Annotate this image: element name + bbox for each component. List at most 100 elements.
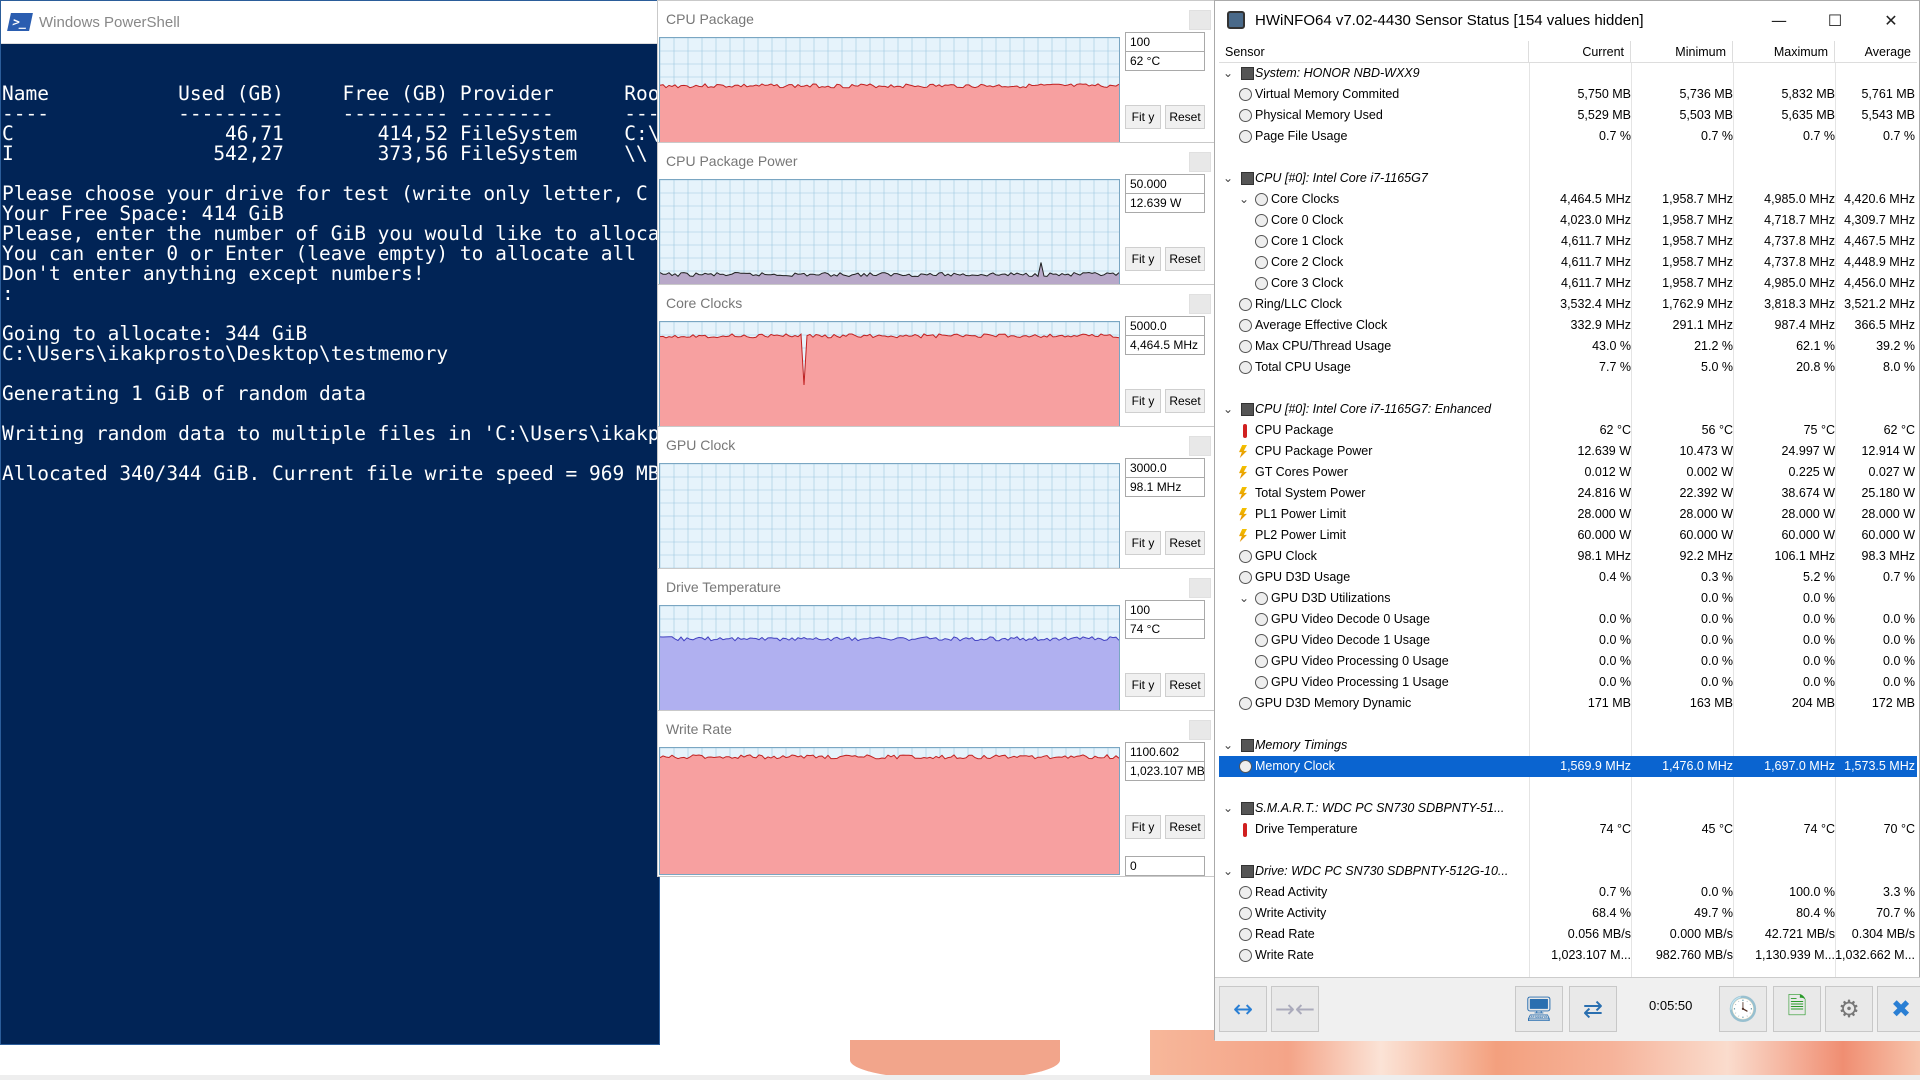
fit-y-button[interactable]: Fit y (1125, 673, 1161, 697)
sensor-row[interactable]: GPU D3D Memory Dynamic 171 MB 163 MB 204 MB… (1219, 693, 1917, 714)
sensor-row[interactable]: Physical Memory Used 5,529 MB 5,503 MB 5,63… (1219, 105, 1917, 126)
sensor-row[interactable]: GPU Video Decode 1 Usage 0.0 % 0.0 % 0.0 % 0… (1219, 630, 1917, 651)
expand-arrows-icon[interactable]: ↔ (1219, 986, 1267, 1032)
sensor-row[interactable]: GPU Clock 98.1 MHz 92.2 MHz 106.1 MHz 98.3 M… (1219, 546, 1917, 567)
close-icon[interactable]: ✕ (1863, 1, 1919, 39)
sensor-row[interactable]: PL1 Power Limit 28.000 W 28.000 W 28.000 W 2… (1219, 504, 1917, 525)
sensor-row[interactable]: Drive Temperature 74 °C 45 °C 74 °C 70 °C (1219, 819, 1917, 840)
column-sensor[interactable]: Sensor (1219, 41, 1529, 62)
sensor-row[interactable]: Read Activity 0.7 % 0.0 % 100.0 % 3.3 % (1219, 882, 1917, 903)
fit-y-button[interactable]: Fit y (1125, 247, 1161, 271)
graph-panel[interactable]: Write Rate 1100.6021,023.107 MB/s Fit yRes… (657, 710, 1215, 877)
collapse-chevron-icon[interactable]: ⌄ (1239, 192, 1249, 206)
collapse-chevron-icon[interactable]: ⌄ (1223, 864, 1233, 878)
network-icon[interactable]: ⇄ (1569, 986, 1617, 1032)
sensor-row[interactable]: Memory Clock 1,569.9 MHz 1,476.0 MHz 1,697.… (1219, 756, 1917, 777)
sensor-row[interactable]: CPU Package Power 12.639 W 10.473 W 24.997 … (1219, 441, 1917, 462)
graph-min-field[interactable]: 0 (1125, 856, 1205, 876)
clock-icon[interactable]: 🕓 (1719, 986, 1767, 1032)
sensor-group-row[interactable]: ⌄ Drive: WDC PC SN730 SDBPNTY-512G-10... (1219, 861, 1917, 882)
sensor-row[interactable]: Write Rate 1,023.107 M... 982.760 MB/s 1,13… (1219, 945, 1917, 966)
exit-x-icon[interactable]: ✖ (1877, 986, 1920, 1032)
add-report-icon[interactable]: 🗎 (1773, 986, 1821, 1032)
sensor-row[interactable]: Virtual Memory Commited 5,750 MB 5,736 MB 5… (1219, 84, 1917, 105)
sensor-group-row[interactable]: ⌄ System: HONOR NBD-WXX9 (1219, 63, 1917, 84)
sensor-row[interactable]: Core 2 Clock 4,611.7 MHz 1,958.7 MHz 4,737.… (1219, 252, 1917, 273)
reset-button[interactable]: Reset (1165, 389, 1205, 413)
column-maximum[interactable]: Maximum (1733, 41, 1835, 62)
fit-y-button[interactable]: Fit y (1125, 531, 1161, 555)
value-maximum: 5.2 % (1803, 570, 1835, 584)
collapse-arrows-icon[interactable]: →← (1271, 986, 1319, 1032)
collapse-chevron-icon[interactable]: ⌄ (1223, 738, 1233, 752)
sensor-row[interactable]: GPU Video Processing 0 Usage 0.0 % 0.0 % 0.… (1219, 651, 1917, 672)
fit-y-button[interactable]: Fit y (1125, 389, 1161, 413)
hwinfo-window[interactable]: HWiNFO64 v7.02-4430 Sensor Status [154 v… (1214, 0, 1920, 1041)
powershell-window[interactable]: >_ Windows PowerShell Name Used (GB) Fre… (0, 0, 660, 1045)
collapse-chevron-icon[interactable]: ⌄ (1223, 171, 1233, 185)
graph-close-button[interactable] (1189, 10, 1211, 30)
sensor-group-row[interactable]: ⌄ S.M.A.R.T.: WDC PC SN730 SDBPNTY-51... (1219, 798, 1917, 819)
sensor-row[interactable]: GPU D3D Usage 0.4 % 0.3 % 5.2 % 0.7 % (1219, 567, 1917, 588)
fit-y-button[interactable]: Fit y (1125, 815, 1161, 839)
collapse-chevron-icon[interactable]: ⌄ (1223, 801, 1233, 815)
graph-close-button[interactable] (1189, 578, 1211, 598)
sensor-row[interactable]: Read Rate 0.056 MB/s 0.000 MB/s 42.721 MB/s… (1219, 924, 1917, 945)
graph-close-button[interactable] (1189, 436, 1211, 456)
sensor-group-row[interactable]: ⌄ Memory Timings (1219, 735, 1917, 756)
sensor-row[interactable]: Total CPU Usage 7.7 % 5.0 % 20.8 % 8.0 % (1219, 357, 1917, 378)
powershell-titlebar[interactable]: >_ Windows PowerShell (1, 1, 659, 44)
sensor-row[interactable]: CPU Package 62 °C 56 °C 75 °C 62 °C (1219, 420, 1917, 441)
sensor-row[interactable]: Total System Power 24.816 W 22.392 W 38.674… (1219, 483, 1917, 504)
collapse-chevron-icon[interactable]: ⌄ (1223, 66, 1233, 80)
minimize-icon[interactable]: — (1751, 1, 1807, 39)
sensor-gauge-icon (1255, 256, 1268, 269)
sensor-group-row[interactable]: ⌄ CPU [#0]: Intel Core i7-1165G7: Enhance… (1219, 399, 1917, 420)
sensor-row[interactable]: PL2 Power Limit 60.000 W 60.000 W 60.000 W 6… (1219, 525, 1917, 546)
sensor-table-body: ⌄ System: HONOR NBD-WXX9 Virtual Memory Co… (1219, 63, 1917, 966)
reset-button[interactable]: Reset (1165, 673, 1205, 697)
graph-close-button[interactable] (1189, 152, 1211, 172)
monitor-icon[interactable]: 🖥 (1515, 986, 1563, 1032)
sensor-row[interactable]: Write Activity 68.4 % 49.7 % 80.4 % 70.7 % (1219, 903, 1917, 924)
reset-button[interactable]: Reset (1165, 105, 1205, 129)
value-current: 4,611.7 MHz (1561, 255, 1631, 269)
sensor-row[interactable]: Core 0 Clock 4,023.0 MHz 1,958.7 MHz 4,718.… (1219, 210, 1917, 231)
graph-close-button[interactable] (1189, 720, 1211, 740)
sensor-row[interactable]: Max CPU/Thread Usage 43.0 % 21.2 % 62.1 % 39… (1219, 336, 1917, 357)
collapse-chevron-icon[interactable]: ⌄ (1239, 591, 1249, 605)
graph-close-button[interactable] (1189, 294, 1211, 314)
sensor-row[interactable]: Ring/LLC Clock 3,532.4 MHz 1,762.9 MHz 3,81… (1219, 294, 1917, 315)
lightning-icon (1239, 445, 1247, 458)
sensor-row[interactable]: Core 1 Clock 4,611.7 MHz 1,958.7 MHz 4,737.… (1219, 231, 1917, 252)
sensor-row[interactable]: Average Effective Clock 332.9 MHz 291.1 MH… (1219, 315, 1917, 336)
powershell-console[interactable]: Name Used (GB) Free (GB) Provider Root --… (1, 44, 659, 1044)
settings-gear-icon[interactable]: ⚙ (1825, 986, 1873, 1032)
graph-max-field[interactable]: 50.000 (1125, 174, 1205, 194)
sensor-row[interactable]: GPU Video Decode 0 Usage 0.0 % 0.0 % 0.0 % 0… (1219, 609, 1917, 630)
fit-y-button[interactable]: Fit y (1125, 105, 1161, 129)
column-minimum[interactable]: Minimum (1631, 41, 1733, 62)
sensor-row[interactable]: ⌄ Core Clocks 4,464.5 MHz 1,958.7 MHz 4,985.… (1219, 189, 1917, 210)
sensor-row[interactable]: ⌄ GPU D3D Utilizations 0.0 % 0.0 % (1219, 588, 1917, 609)
sensor-row[interactable]: GT Cores Power 0.012 W 0.002 W 0.225 W 0.027… (1219, 462, 1917, 483)
sensor-group-row[interactable]: ⌄ CPU [#0]: Intel Core i7-1165G7 (1219, 168, 1917, 189)
sensor-row[interactable]: Page File Usage 0.7 % 0.7 % 0.7 % 0.7 % (1219, 126, 1917, 147)
reset-button[interactable]: Reset (1165, 531, 1205, 555)
collapse-chevron-icon[interactable]: ⌄ (1223, 402, 1233, 416)
graph-max-field[interactable]: 3000.0 (1125, 458, 1205, 478)
graph-max-field[interactable]: 5000.0 (1125, 316, 1205, 336)
graph-max-field[interactable]: 1100.602 (1125, 742, 1205, 762)
column-average[interactable]: Average (1835, 41, 1917, 62)
sensor-row[interactable]: Core 3 Clock 4,611.7 MHz 1,958.7 MHz 4,985.… (1219, 273, 1917, 294)
maximize-icon[interactable]: ☐ (1807, 1, 1863, 39)
graph-max-field[interactable]: 100 (1125, 32, 1205, 52)
hwinfo-titlebar[interactable]: HWiNFO64 v7.02-4430 Sensor Status [154 v… (1215, 1, 1919, 39)
column-current[interactable]: Current (1529, 41, 1631, 62)
graph-max-field[interactable]: 100 (1125, 600, 1205, 620)
reset-button[interactable]: Reset (1165, 247, 1205, 271)
sensor-row[interactable]: GPU Video Processing 1 Usage 0.0 % 0.0 % 0.… (1219, 672, 1917, 693)
reset-button[interactable]: Reset (1165, 815, 1205, 839)
